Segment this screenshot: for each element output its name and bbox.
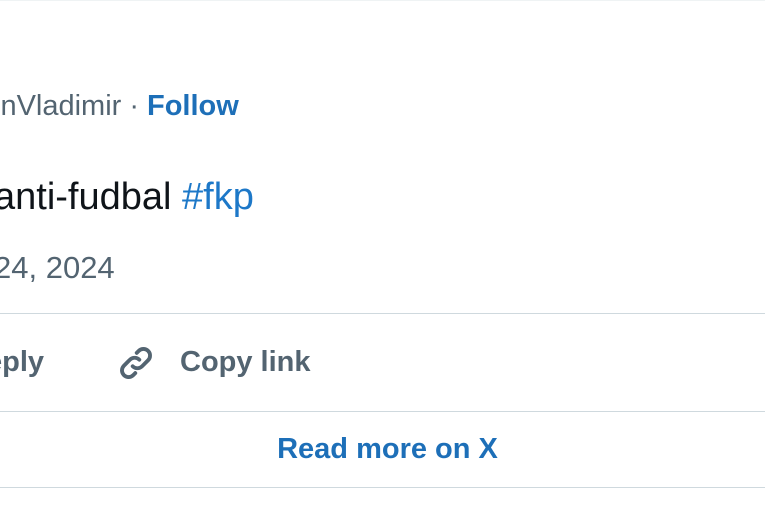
card-top-border — [0, 0, 765, 1]
read-more-label: Read more on X — [277, 433, 498, 465]
tweet-author-row: inVladimir · Follow — [0, 86, 239, 126]
tweet-actions-row: eply Copy link — [0, 314, 765, 411]
tweet-text: anti-fudbal #fkp — [0, 170, 254, 224]
tweet-timestamp[interactable]: 24, 2024 — [0, 246, 115, 290]
link-icon — [120, 346, 152, 379]
tweet-body-text: anti-fudbal — [0, 176, 183, 218]
copy-link-button[interactable]: Copy link — [114, 314, 311, 411]
separator-dot: · — [129, 89, 139, 122]
reply-label: eply — [0, 346, 45, 378]
author-handle[interactable]: inVladimir — [0, 90, 121, 123]
reply-button[interactable]: eply — [0, 314, 44, 411]
read-more-on-x-link[interactable]: Read more on X — [0, 412, 765, 487]
embedded-tweet-card: inVladimir · Follow anti-fudbal #fkp 24,… — [0, 0, 765, 510]
divider-bottom — [0, 487, 765, 488]
hashtag-link[interactable]: #fkp — [182, 176, 254, 218]
follow-button[interactable]: Follow — [147, 90, 239, 123]
copy-link-label: Copy link — [180, 346, 311, 378]
